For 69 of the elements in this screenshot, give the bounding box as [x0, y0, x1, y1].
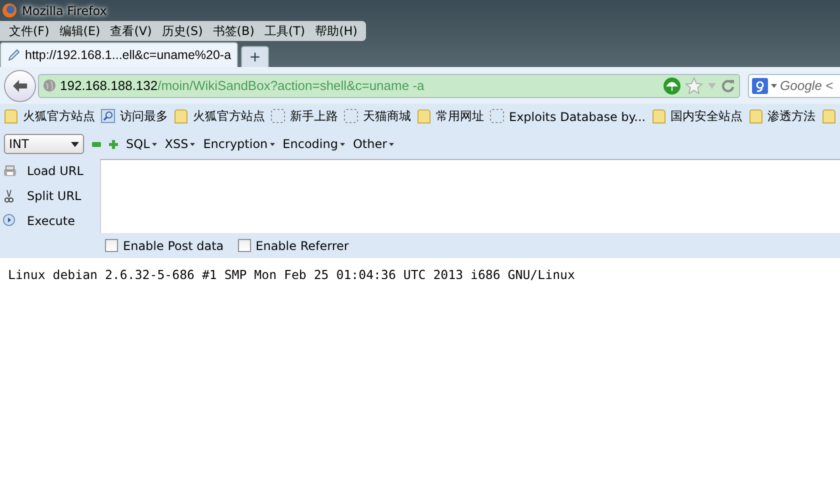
printer-icon	[3, 164, 17, 178]
folder-icon	[174, 109, 188, 124]
search-field[interactable]: Google <	[748, 74, 840, 98]
bookmark-item[interactable]: 火狐官方站点	[23, 108, 95, 125]
checkbox-label: Enable Post data	[123, 238, 224, 252]
minus-icon	[92, 142, 101, 146]
bookmark-item[interactable]: 新手上路	[290, 108, 338, 125]
command-output: Linux debian 2.6.32-5-686 #1 SMP Mon Feb 25 01:04:36 UTC 2013 i686 GNU/Linux	[8, 267, 576, 282]
url-host: 192.168.188.132	[60, 78, 158, 93]
dropdown-arrow-icon	[389, 142, 394, 146]
bookmark-item[interactable]: 火狐官方站点	[193, 108, 265, 125]
dropdown-arrow-icon	[270, 142, 275, 146]
action-button[interactable]: Execute	[27, 210, 75, 232]
folder-icon	[822, 109, 836, 124]
checkbox-label: Enable Referrer	[256, 238, 349, 252]
dropdown-arrow-icon	[71, 142, 79, 146]
bookmark-item[interactable]: 国内安全站点	[670, 108, 743, 125]
tab[interactable]: http://192.168.1...ell&c=uname%20-a	[0, 42, 238, 67]
menu-item[interactable]: 书签(B)	[208, 22, 260, 40]
url-input-field[interactable]	[100, 159, 840, 233]
blank-page-icon	[490, 109, 504, 124]
menu-item[interactable]: 工具(T)	[259, 22, 310, 40]
menu-item[interactable]: 历史(S)	[156, 22, 208, 40]
dropdown-menu[interactable]: Encryption	[203, 137, 275, 151]
bookmark-item[interactable]: 渗透方法	[768, 108, 816, 125]
dropdown-arrow-icon	[152, 142, 157, 146]
globe-icon	[43, 79, 56, 92]
plus-icon	[109, 140, 118, 148]
bookmark-item[interactable]: 常用网址	[436, 108, 484, 125]
search-engine-icon	[752, 78, 768, 94]
globe-icon	[2, 3, 17, 18]
star-icon	[685, 77, 703, 94]
action-button[interactable]: Load URL	[27, 160, 84, 182]
bookmark-item[interactable]: 访问最多	[120, 108, 168, 125]
folder-icon	[417, 109, 431, 124]
pencil-icon	[7, 48, 21, 62]
bookmark-item[interactable]: 天猫商城	[363, 108, 411, 125]
play-icon	[3, 214, 17, 228]
dropdown-arrow-icon	[771, 84, 777, 88]
menu-item[interactable]: 编辑(E)	[54, 22, 106, 40]
umbrella-icon	[663, 76, 681, 94]
action-button[interactable]: Split URL	[27, 184, 82, 207]
dropdown-arrow-icon	[190, 142, 196, 146]
dropdown-arrow-icon	[707, 82, 717, 90]
back-button[interactable]	[4, 70, 36, 102]
checkbox[interactable]	[238, 239, 251, 252]
menu-item[interactable]: 文件(F)	[4, 22, 54, 40]
blank-page-icon	[344, 109, 358, 124]
blank-page-icon	[271, 109, 285, 124]
bookmark-item[interactable]: Exploits Database by...	[509, 110, 646, 124]
dropdown-arrow-icon	[340, 142, 345, 146]
encoding-select[interactable]: INT	[4, 134, 84, 154]
back-arrow-icon	[12, 78, 28, 92]
folder-icon	[652, 109, 666, 124]
menu-item[interactable]: 帮助(H)	[310, 22, 362, 40]
checkbox[interactable]	[105, 239, 118, 252]
new-tab-button[interactable]: +	[241, 46, 270, 67]
search-icon	[101, 109, 115, 124]
folder-icon	[748, 109, 763, 124]
dropdown-menu[interactable]: Encoding	[282, 137, 345, 151]
url-path: /moin/WikiSandBox?action=shell&c=uname -a	[158, 78, 424, 93]
folder-icon	[4, 109, 18, 124]
dropdown-menu[interactable]: SQL	[126, 137, 157, 151]
dropdown-menu[interactable]: XSS	[164, 137, 196, 151]
address-bar[interactable]: 192.168.188.132/moin/WikiSandBox?action=shell&c=uname -a	[38, 74, 740, 98]
window-title: Mozilla Firefox	[22, 4, 107, 18]
dropdown-menu[interactable]: Other	[352, 137, 394, 151]
reload-icon	[721, 78, 735, 92]
menu-item[interactable]: 查看(V)	[105, 22, 157, 40]
